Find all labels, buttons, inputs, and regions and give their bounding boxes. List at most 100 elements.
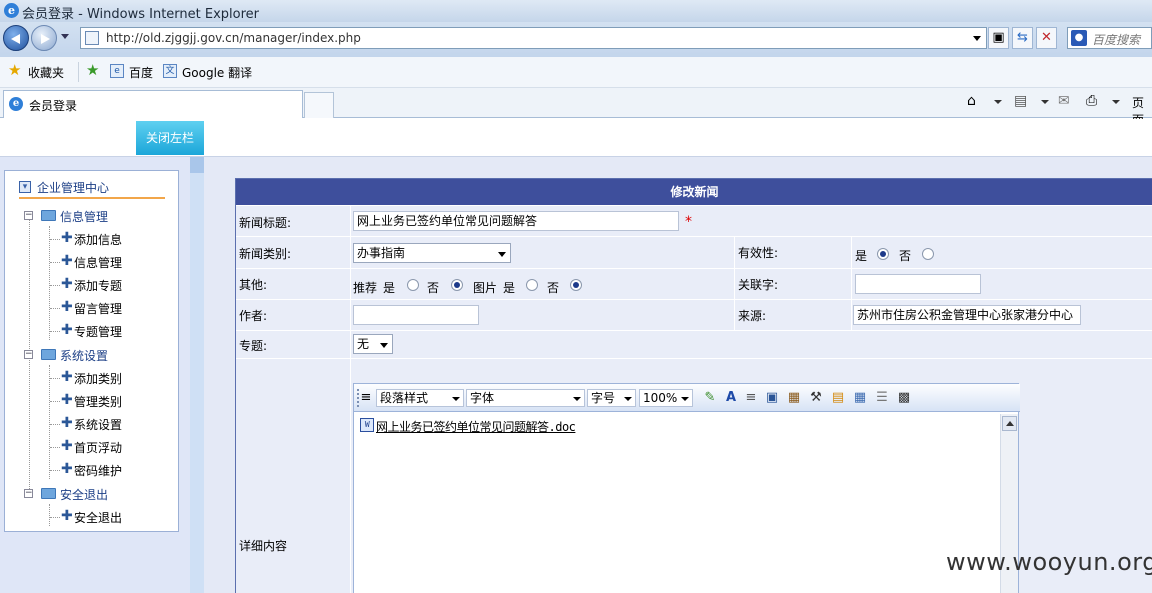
sidebar-item-message-management[interactable]: 留言管理 [74, 300, 122, 317]
google-translate-link[interactable]: Google 翻译 [182, 64, 252, 81]
sidebar-item-add-category[interactable]: 添加类别 [74, 370, 122, 387]
topic-select[interactable]: 无 [353, 334, 393, 354]
sidebar-item-topic-management[interactable]: 专题管理 [74, 323, 122, 340]
search-box[interactable]: ● 百度搜索 [1067, 27, 1152, 49]
sidebar-group-logout[interactable]: 安全退出 [60, 486, 108, 503]
add-favorite-icon[interactable]: ★ [86, 61, 99, 79]
paragraph-style-select[interactable]: 段落样式 [376, 389, 464, 407]
insert-flash-icon[interactable]: ▤ [830, 390, 846, 406]
new-tab-button[interactable] [304, 92, 334, 118]
horizontal-rule-icon[interactable]: ☰ [874, 390, 890, 406]
home-icon[interactable]: ⌂ [967, 93, 976, 109]
sidebar-item-password-maintenance[interactable]: 密码维护 [74, 462, 122, 479]
sidebar-item-system-settings[interactable]: 系统设置 [74, 416, 122, 433]
topic-value: 无 [357, 337, 370, 351]
cell-divider [851, 269, 852, 300]
main-content: 修改新闻 新闻标题: 网上业务已签约单位常见问题解答 * 新闻类别: 办事指南 … [204, 157, 1152, 593]
keyword-input[interactable] [855, 274, 981, 294]
sidebar-item-add-topic[interactable]: 添加专题 [74, 277, 122, 294]
tree-line [49, 226, 50, 340]
left-panel: ▾ 企业管理中心 − 信息管理 ✚ 添加信息 ✚ 信息管理 ✚ 添加专题 ✚ 留… [0, 157, 190, 593]
sidebar-item-add-info[interactable]: 添加信息 [74, 231, 122, 248]
source-input[interactable]: 苏州市住房公积金管理中心张家港分中心 [853, 305, 1081, 325]
fullscreen-icon[interactable]: ▩ [896, 390, 912, 406]
compatibility-view-icon[interactable]: ▣ [988, 27, 1009, 49]
validity-no-radio[interactable] [922, 248, 934, 260]
baidu-link[interactable]: 百度 [129, 64, 153, 81]
print-dropdown-icon[interactable] [1112, 100, 1120, 104]
expand-icon[interactable]: − [24, 350, 33, 359]
refresh-icon[interactable]: ⇆ [1012, 27, 1033, 49]
category-value: 办事指南 [357, 246, 406, 260]
font-size-label: 字号 [591, 391, 616, 405]
row-title: 新闻标题: 网上业务已签约单位常见问题解答 * [236, 205, 1152, 237]
close-left-panel-button[interactable]: 关闭左栏 [136, 121, 204, 155]
stop-icon[interactable]: ✕ [1036, 27, 1057, 49]
editor-content-area[interactable]: W 网上业务已签约单位常见问题解答.doc [356, 414, 999, 593]
tab-ie-icon: e [9, 97, 23, 111]
sidebar-item-info-management[interactable]: 信息管理 [74, 254, 122, 271]
recommend-no-radio[interactable] [451, 279, 463, 291]
tree-line [50, 447, 60, 448]
print-icon[interactable]: ⎙ [1086, 93, 1097, 109]
recommend-yes-radio[interactable] [407, 279, 419, 291]
sidebar-group-info-management[interactable]: 信息管理 [60, 208, 108, 225]
validity-label: 有效性: [738, 246, 779, 260]
web-page: 关闭左栏 ▾ 企业管理中心 − 信息管理 ✚ 添加信息 ✚ 信息管理 ✚ 添加专… [0, 119, 1152, 593]
recent-pages-dropdown[interactable] [61, 34, 69, 39]
sidebar-item-manage-category[interactable]: 管理类别 [74, 393, 122, 410]
tree-line [50, 331, 60, 332]
splitter-handle[interactable] [190, 157, 204, 173]
panel-splitter[interactable] [190, 157, 204, 593]
picture-no-radio[interactable] [570, 279, 582, 291]
title-bar: e 会员登录 - Windows Internet Explorer [0, 0, 1152, 22]
dropdown-arrow-icon [452, 397, 460, 401]
dropdown-arrow-icon [681, 397, 689, 401]
tree-line [50, 424, 60, 425]
sidebar-header[interactable]: ▾ 企业管理中心 [19, 177, 165, 199]
font-color-icon[interactable]: A [723, 390, 739, 406]
recommend-no-label: 否 [427, 281, 440, 295]
zoom-select[interactable]: 100% [639, 389, 693, 407]
feeds-dropdown-icon[interactable] [1041, 100, 1049, 104]
picture-yes-radio[interactable] [526, 279, 538, 291]
attachment-link[interactable]: W 网上业务已签约单位常见问题解答.doc [360, 418, 576, 435]
address-dropdown-icon[interactable] [973, 36, 981, 41]
font-size-select[interactable]: 字号 [587, 389, 636, 407]
row-author: 作者: 来源: 苏州市住房公积金管理中心张家港分中心 [236, 299, 1152, 331]
insert-image-icon[interactable]: ▣ [764, 390, 780, 406]
feeds-icon[interactable]: ▤ [1014, 93, 1027, 109]
favorites-button[interactable]: 收藏夹 [28, 64, 64, 81]
cell-divider [350, 331, 351, 359]
row-other: 其他: 推荐 是 否 图片 是 否 关联字: [236, 268, 1152, 300]
font-select[interactable]: 字体 [466, 389, 585, 407]
forward-button[interactable] [31, 25, 57, 51]
sidebar-item-homepage-float[interactable]: 首页浮动 [74, 439, 122, 456]
sidebar-item-logout[interactable]: 安全退出 [74, 509, 122, 526]
tools-icon[interactable]: ⚒ [808, 390, 824, 406]
back-button[interactable] [3, 25, 29, 51]
align-icon[interactable]: ≡ [743, 390, 759, 406]
google-translate-icon: 文 [163, 64, 177, 78]
editor-toolbar: ≡ 段落样式 字体 字号 100% ✎ A ≡ ▣ ▦ ⚒ ▤ ▦ ☰ ▩ [354, 384, 1020, 412]
validity-yes-radio[interactable] [877, 248, 889, 260]
category-select[interactable]: 办事指南 [353, 243, 511, 263]
mail-icon[interactable]: ✉ [1058, 93, 1070, 109]
dropdown-arrow-icon [573, 397, 581, 401]
expand-icon[interactable]: − [24, 211, 33, 220]
title-input[interactable]: 网上业务已签约单位常见问题解答 [353, 211, 679, 231]
recommend-yes-label: 是 [383, 281, 396, 295]
window-title: 会员登录 - Windows Internet Explorer [22, 7, 259, 22]
tab-member-login[interactable]: e 会员登录 [3, 90, 303, 118]
format-brush-icon[interactable]: ✎ [702, 390, 718, 406]
insert-table-icon[interactable]: ▦ [852, 390, 868, 406]
home-dropdown-icon[interactable] [994, 100, 1002, 104]
cell-divider [350, 359, 351, 593]
sidebar-group-system-settings[interactable]: 系统设置 [60, 347, 108, 364]
folder-icon [41, 349, 56, 360]
expand-icon[interactable]: − [24, 489, 33, 498]
find-replace-icon[interactable]: ▦ [786, 390, 802, 406]
scroll-up-button[interactable] [1002, 416, 1017, 431]
address-bar[interactable]: http://old.zjggjj.gov.cn/manager/index.p… [80, 27, 987, 49]
author-input[interactable] [353, 305, 479, 325]
